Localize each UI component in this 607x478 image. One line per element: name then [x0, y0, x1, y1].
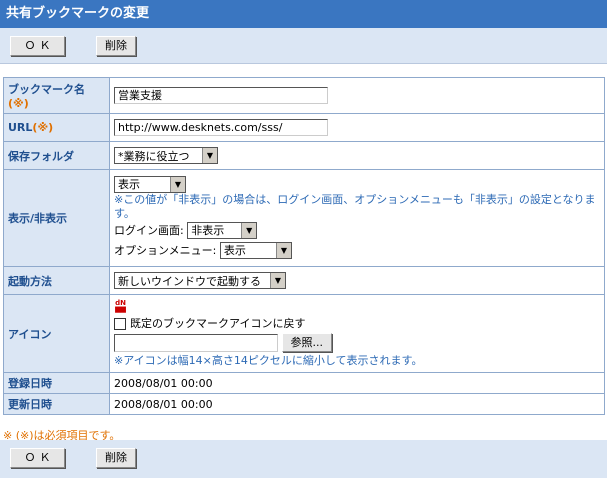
icon-label: アイコン	[3, 294, 110, 373]
delete-button[interactable]: 削除	[96, 36, 136, 56]
bookmark-name-cell: 営業支援	[109, 77, 605, 114]
required-mark: (※)	[32, 121, 54, 134]
visibility-select[interactable]: 表示 ▼	[114, 175, 186, 193]
page-title: 共有ブックマークの変更	[0, 0, 607, 28]
reset-icon-checkbox-label: 既定のブックマークアイコンに戻す	[130, 316, 306, 330]
chevron-down-icon: ▼	[202, 148, 217, 163]
reset-icon-row: 既定のブックマークアイコンに戻す	[114, 316, 600, 332]
file-row: 参照...	[114, 332, 600, 354]
login-row: ログイン画面: 非表示 ▼	[114, 221, 600, 241]
launch-cell: 新しいウインドウで起動する ▼	[109, 266, 605, 295]
folder-select[interactable]: *業務に役立つ ▼	[114, 147, 218, 164]
chevron-down-icon: ▼	[241, 223, 257, 238]
required-mark: (※)	[8, 97, 29, 110]
bookmark-name-input[interactable]: 営業支援	[114, 87, 328, 104]
registered-value: 2008/08/01 00:00	[109, 372, 605, 394]
chevron-down-icon: ▼	[275, 243, 291, 258]
updated-value: 2008/08/01 00:00	[109, 393, 605, 415]
bookmark-form: ブックマーク名 (※) 営業支援 URL(※) http://www.deskn…	[3, 77, 605, 415]
icon-file-input[interactable]	[114, 333, 278, 352]
option-menu-select[interactable]: 表示 ▼	[219, 242, 292, 259]
folder-cell: *業務に役立つ ▼	[109, 141, 605, 170]
bookmark-icon: dN ▆▆	[115, 298, 126, 313]
url-input[interactable]: http://www.desknets.com/sss/	[114, 119, 328, 136]
icon-cell: dN ▆▆ 既定のブックマークアイコンに戻す 参照... ※アイコンは幅14×高さ…	[109, 294, 605, 373]
ok-button[interactable]: ＯＫ	[10, 36, 65, 56]
browse-button[interactable]: 参照...	[281, 333, 332, 352]
login-screen-select[interactable]: 非表示 ▼	[187, 222, 258, 239]
option-menu-row: オプションメニュー: 表示 ▼	[114, 241, 600, 261]
icon-note: ※アイコンは幅14×高さ14ピクセルに縮小して表示されます。	[114, 353, 423, 367]
visibility-cell: 表示 ▼ ※この値が「非表示」の場合は、ログイン画面、オプションメニューも「非表示…	[109, 169, 605, 267]
top-button-bar: ＯＫ 削除	[0, 28, 607, 64]
bookmark-name-label: ブックマーク名 (※)	[3, 77, 110, 114]
bottom-button-bar: ＯＫ 削除	[0, 440, 607, 478]
visibility-note: ※この値が「非表示」の場合は、ログイン画面、オプションメニューも「非表示」の設定…	[114, 192, 596, 220]
delete-button[interactable]: 削除	[96, 448, 136, 468]
folder-label: 保存フォルダ	[3, 141, 110, 170]
url-cell: http://www.desknets.com/sss/	[109, 113, 605, 142]
launch-label: 起動方法	[3, 266, 110, 295]
ok-button[interactable]: ＯＫ	[10, 448, 65, 468]
chevron-down-icon: ▼	[270, 273, 285, 288]
registered-label: 登録日時	[3, 372, 110, 394]
chevron-down-icon: ▼	[170, 176, 185, 192]
url-label: URL(※)	[3, 113, 110, 142]
reset-icon-checkbox[interactable]	[114, 317, 126, 330]
launch-select[interactable]: 新しいウインドウで起動する ▼	[114, 272, 286, 289]
updated-label: 更新日時	[3, 393, 110, 415]
visibility-label: 表示/非表示	[3, 169, 110, 267]
